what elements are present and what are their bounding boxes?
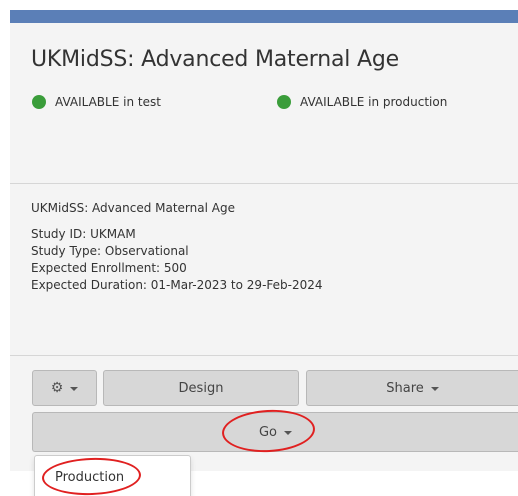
share-button[interactable]: Share bbox=[306, 370, 518, 406]
design-label: Design bbox=[178, 380, 224, 396]
divider bbox=[10, 355, 518, 356]
design-button[interactable]: Design bbox=[103, 370, 299, 406]
go-label: Go bbox=[258, 424, 278, 440]
divider bbox=[10, 183, 518, 184]
study-id: Study ID: UKMAM bbox=[31, 227, 136, 241]
status-test: AVAILABLE in test bbox=[32, 94, 161, 110]
share-label: Share bbox=[386, 380, 424, 396]
status-dot-icon bbox=[277, 95, 291, 109]
page-title: UKMidSS: Advanced Maternal Age bbox=[31, 47, 399, 72]
status-test-label: AVAILABLE in test bbox=[55, 95, 161, 109]
status-production-label: AVAILABLE in production bbox=[300, 95, 448, 109]
study-name: UKMidSS: Advanced Maternal Age bbox=[31, 201, 235, 215]
expected-enrollment: Expected Enrollment: 500 bbox=[31, 261, 187, 275]
study-details: UKMidSS: Advanced Maternal Age Study ID:… bbox=[31, 200, 323, 294]
chevron-down-icon bbox=[284, 430, 293, 435]
study-type: Study Type: Observational bbox=[31, 244, 189, 258]
study-page: UKMidSS: Advanced Maternal Age AVAILABLE… bbox=[0, 0, 518, 496]
status-production: AVAILABLE in production bbox=[277, 94, 447, 110]
chevron-down-icon bbox=[430, 386, 439, 391]
settings-button[interactable]: ⚙ bbox=[32, 370, 97, 406]
gear-icon: ⚙ bbox=[50, 380, 64, 396]
go-dropdown-menu: Production bbox=[34, 455, 191, 496]
status-dot-icon bbox=[32, 95, 46, 109]
expected-duration: Expected Duration: 01-Mar-2023 to 29-Feb… bbox=[31, 278, 323, 292]
header-bar bbox=[10, 10, 518, 23]
go-button[interactable]: Go bbox=[32, 412, 518, 452]
menu-item-production[interactable]: Production bbox=[55, 470, 124, 485]
chevron-down-icon bbox=[70, 386, 79, 391]
